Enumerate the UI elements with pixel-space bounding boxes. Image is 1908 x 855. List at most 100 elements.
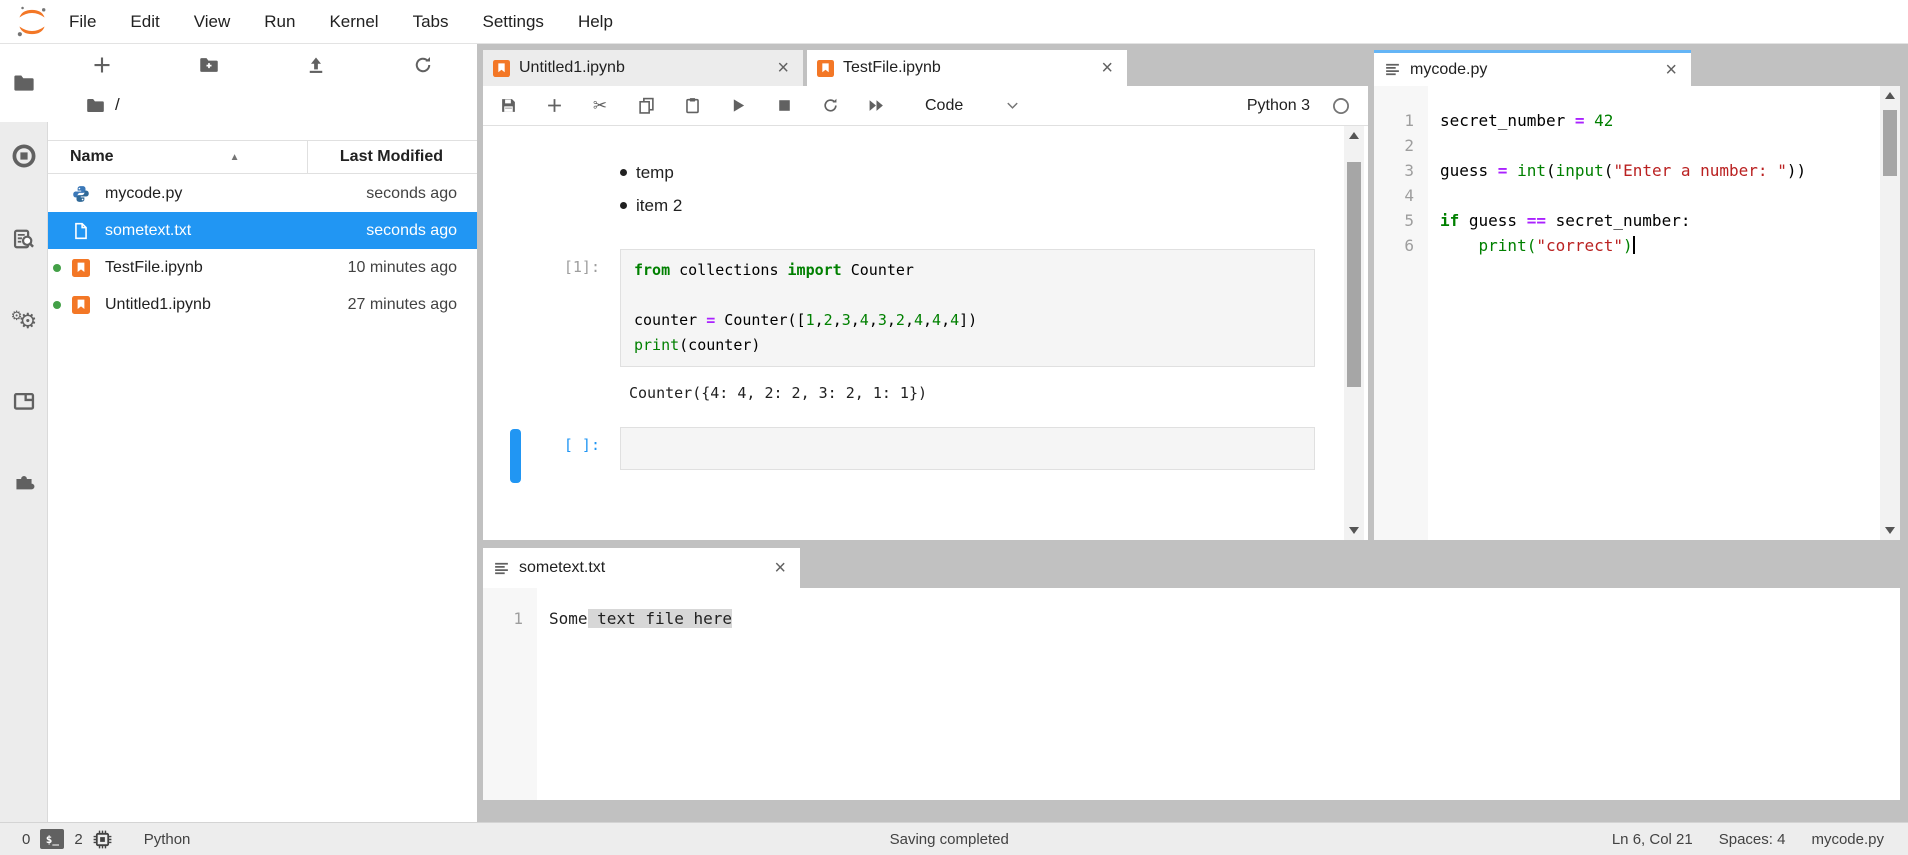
menu-view[interactable]: View [177, 0, 248, 43]
refresh-button[interactable] [370, 44, 477, 86]
selected-text: text file here [588, 609, 733, 628]
line-number: 1 [483, 606, 537, 631]
save-icon[interactable] [499, 97, 517, 114]
column-last-modified[interactable]: Last Modified [308, 148, 477, 166]
notebook-content[interactable]: temp item 2 [1]: from collections import… [483, 126, 1368, 540]
menu-bar: File Edit View Run Kernel Tabs Settings … [0, 0, 1908, 44]
active-file-status[interactable]: mycode.py [1811, 831, 1884, 848]
notebook-file-icon [817, 60, 834, 77]
code-editor[interactable]: 1secret_number = 42 2 3guess = int(input… [1374, 86, 1900, 540]
file-row-mycode[interactable]: mycode.py seconds ago [48, 175, 477, 212]
scroll-down-icon[interactable] [1885, 527, 1895, 534]
file-row-untitled1[interactable]: Untitled1.ipynb 27 minutes ago [48, 286, 477, 323]
empty-code-cell: [ ]: [483, 427, 1315, 470]
code-cell-editor[interactable]: from collections import Counter counter … [620, 249, 1315, 367]
home-folder-icon[interactable] [86, 96, 105, 115]
chevron-down-icon[interactable] [1005, 98, 1020, 113]
file-list-header: Name ▲ Last Modified [48, 140, 477, 174]
dock-area: Untitled1.ipynb × TestFile.ipynb × ✂ [477, 44, 1908, 822]
tab-label: Untitled1.ipynb [519, 59, 773, 77]
file-list: mycode.py seconds ago sometext.txt secon… [48, 175, 477, 323]
line-number: 6 [1374, 233, 1428, 258]
new-folder-button[interactable] [155, 44, 262, 86]
cursor-position-status[interactable]: Ln 6, Col 21 [1612, 831, 1693, 848]
kernel-language-status[interactable]: Python [144, 831, 191, 848]
indentation-status[interactable]: Spaces: 4 [1719, 831, 1786, 848]
stop-icon[interactable] [775, 99, 793, 112]
menu-settings[interactable]: Settings [466, 0, 561, 43]
breadcrumb-root[interactable]: / [115, 95, 120, 115]
file-name: Untitled1.ipynb [105, 296, 348, 314]
active-cell-collapser[interactable] [510, 429, 521, 483]
scroll-up-icon[interactable] [1885, 92, 1895, 99]
menu-run[interactable]: Run [247, 0, 312, 43]
run-icon[interactable] [729, 98, 747, 113]
notebook-panel: Untitled1.ipynb × TestFile.ipynb × ✂ [483, 50, 1368, 540]
extensions-icon[interactable] [0, 470, 48, 492]
column-name[interactable]: Name [70, 148, 114, 166]
tab-mycode-py[interactable]: mycode.py × [1374, 50, 1691, 86]
restart-kernel-icon[interactable] [821, 97, 839, 114]
line-number: 3 [1374, 158, 1428, 183]
close-icon[interactable]: × [773, 58, 793, 78]
status-bar: 0 $_ 2 Python Saving completed Ln 6, Col… [0, 822, 1908, 855]
text-line[interactable]: Some text file here [549, 606, 732, 631]
menu-edit[interactable]: Edit [113, 0, 176, 43]
text-lines-icon [1384, 61, 1401, 78]
kernel-status-icon[interactable] [1332, 97, 1350, 115]
kernel-chip-icon [93, 830, 112, 849]
text-lines-icon [493, 560, 510, 577]
notebook-scrollbar[interactable] [1344, 126, 1364, 540]
editor-scrollbar[interactable] [1880, 86, 1900, 540]
scroll-up-icon[interactable] [1349, 132, 1359, 139]
file-modified: 10 minutes ago [348, 259, 477, 277]
add-cell-icon[interactable] [545, 97, 563, 114]
close-icon[interactable]: × [1097, 58, 1117, 78]
running-sessions-status[interactable]: 0 $_ 2 [22, 829, 112, 849]
sort-ascending-icon[interactable]: ▲ [230, 152, 240, 163]
notebook-tab-bar: Untitled1.ipynb × TestFile.ipynb × [483, 50, 1368, 86]
breadcrumb[interactable]: / [48, 86, 477, 124]
file-browser-toolbar [48, 44, 477, 86]
menu-kernel[interactable]: Kernel [312, 0, 395, 43]
restart-run-all-icon[interactable] [867, 97, 885, 114]
file-row-testfile[interactable]: TestFile.ipynb 10 minutes ago [48, 249, 477, 286]
tab-sometext-txt[interactable]: sometext.txt × [483, 548, 800, 588]
close-icon[interactable]: × [770, 558, 790, 578]
file-modified: seconds ago [366, 222, 477, 240]
new-launcher-button[interactable] [48, 44, 155, 86]
kernel-name[interactable]: Python 3 [1247, 97, 1310, 115]
code-cell-editor[interactable] [620, 427, 1315, 470]
scrollbar-thumb[interactable] [1883, 110, 1897, 176]
menu-help[interactable]: Help [561, 0, 630, 43]
file-search-icon[interactable] [0, 228, 48, 250]
notebook-file-icon [72, 259, 90, 277]
execution-prompt: [ ]: [483, 427, 600, 470]
markdown-cell[interactable]: temp item 2 [620, 156, 1368, 222]
menu-file[interactable]: File [52, 0, 113, 43]
code-cell: [1]: from collections import Counter cou… [483, 249, 1315, 367]
bottom-editor-panel: sometext.txt × 1 Some text file here [483, 548, 1900, 800]
line-number: 2 [1374, 133, 1428, 158]
file-browser-panel: / Name ▲ Last Modified mycode.py seconds… [48, 44, 477, 822]
tab-untitled1-ipynb[interactable]: Untitled1.ipynb × [483, 50, 803, 86]
text-editor[interactable]: 1 Some text file here [483, 588, 1900, 800]
settings-gears-icon[interactable]: ⚙⚙ [0, 306, 48, 332]
cut-icon[interactable]: ✂ [591, 97, 609, 115]
open-tabs-icon[interactable] [0, 390, 48, 412]
scroll-down-icon[interactable] [1349, 527, 1359, 534]
paste-icon[interactable] [683, 97, 701, 114]
upload-button[interactable] [263, 44, 370, 86]
left-sidebar: ⚙⚙ [0, 44, 48, 822]
scrollbar-thumb[interactable] [1347, 162, 1361, 387]
file-modified: 27 minutes ago [348, 296, 477, 314]
menu-tabs[interactable]: Tabs [396, 0, 466, 43]
file-browser-icon[interactable] [0, 72, 48, 94]
cell-type-dropdown[interactable]: Code [925, 97, 963, 115]
line-number: 4 [1374, 183, 1428, 208]
copy-icon[interactable] [637, 97, 655, 114]
tab-testfile-ipynb[interactable]: TestFile.ipynb × [807, 50, 1127, 86]
close-icon[interactable]: × [1661, 60, 1681, 80]
file-row-sometext-selected[interactable]: sometext.txt seconds ago [48, 212, 477, 249]
running-kernels-icon[interactable] [0, 144, 48, 168]
